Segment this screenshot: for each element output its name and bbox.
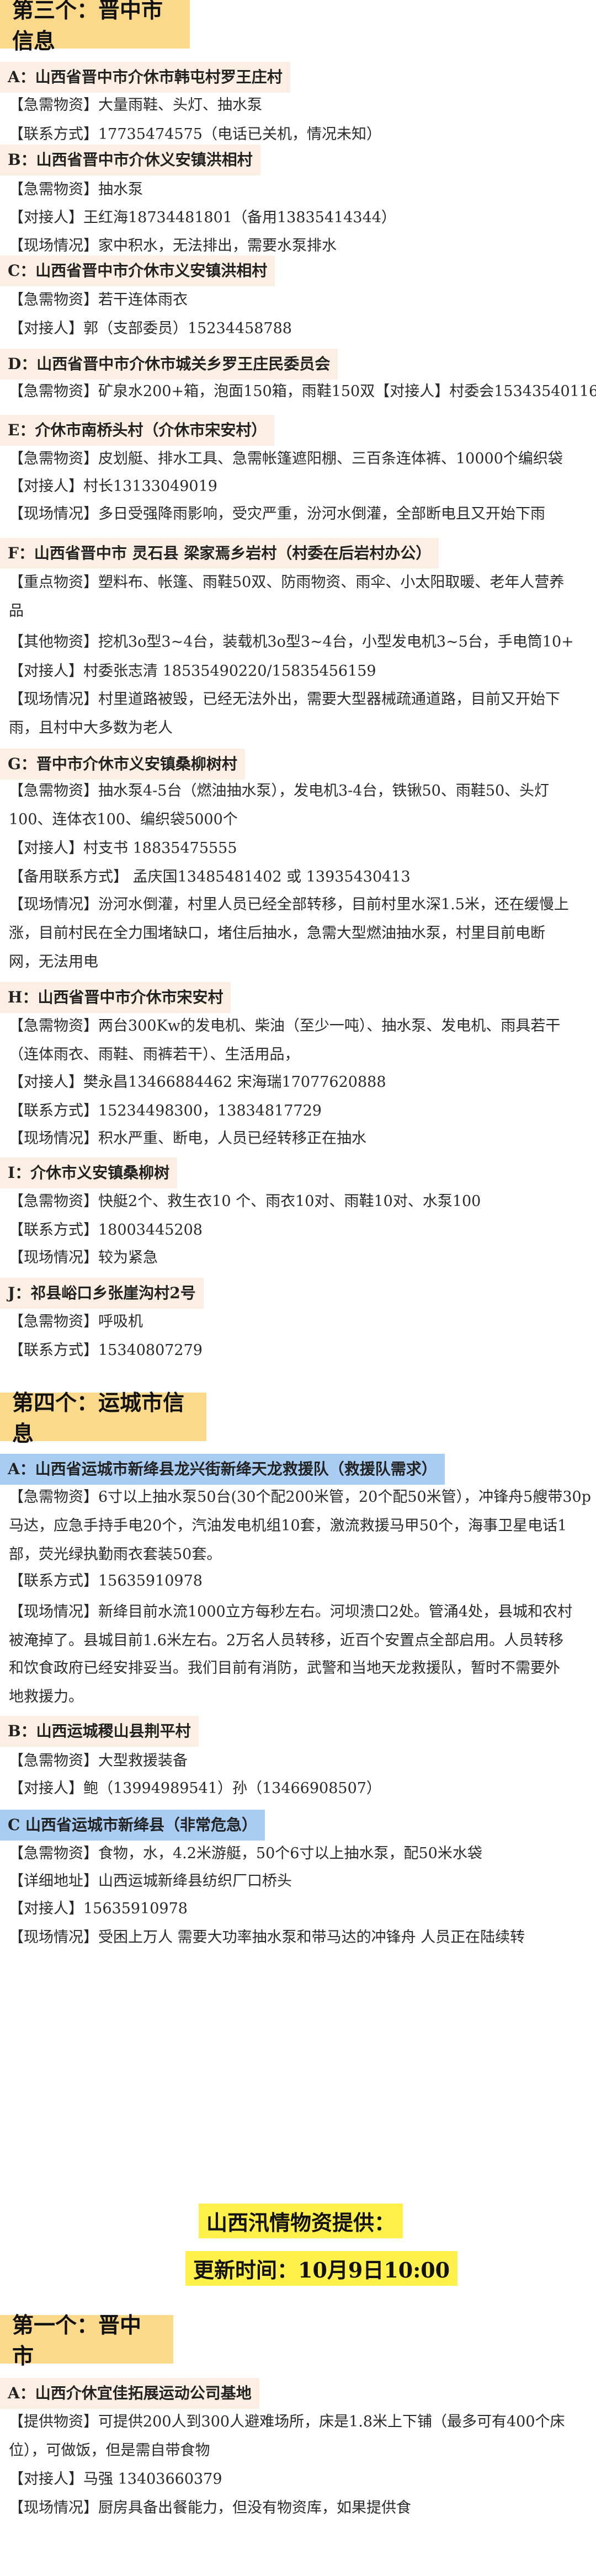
sec3-item-line: 100、连体衣100、编织袋5000个 [9, 811, 238, 828]
sec1-title: 第一个：晋中市 [0, 2313, 173, 2369]
sec3-item-line: 【急需物资】若干连体雨衣 [9, 291, 188, 308]
supply-title: 山西汛情物资提供： [199, 2204, 403, 2238]
sec3-item-line: 【重点物资】塑料布、帐篷、雨鞋50双、防雨物资、雨伞、小太阳取暖、老年人营养 [9, 574, 565, 591]
sec3-item-line: 【现场情况】较为紧急 [9, 1249, 158, 1266]
sec4-item-line: 【现场情况】受困上万人 需要大功率抽水泵和带马达的冲锋舟 人员正在陆续转 [9, 1929, 525, 1946]
sec3-item-line: 【急需物资】抽水泵 [9, 181, 143, 198]
sec3-item-line: 【急需物资】两台300Kw的发电机、柴油（至少一吨）、抽水泵、发电机、雨具若干 [9, 1017, 561, 1034]
sec3-title: 第三个：晋中市信息 [0, 0, 190, 54]
sec4-item-line: 地救援力。 [9, 1688, 83, 1705]
sec3-item-line: 涨，目前村民在全力围堵缺口，堵住后抽水，急需大型燃油抽水泵，村里目前电断 [9, 925, 545, 942]
sec4-item-heading: A：山西省运城市新绛县龙兴街新绛天龙救援队（救援队需求） [0, 1454, 445, 1485]
sec4-item-line: 【联系方式】15635910978 [9, 1572, 203, 1590]
sec3-item-line: 【对接人】村支书 18835475555 [9, 840, 237, 857]
sec3-item-heading: J：祁县峪口乡张崖沟村2号 [0, 1278, 204, 1309]
sec4-item-line: 【现场情况】新绛目前水流1000立方每秒左右。河坝溃口2处。管涌4处，县城和农村 [9, 1603, 573, 1620]
sec3-item-heading: E：介休市南桥头村（介休市宋安村） [0, 415, 275, 446]
sec4-item-line: 【详细地址】山西运城新绛县纺织厂口桥头 [9, 1873, 292, 1890]
sec4-item-line: 【对接人】鲍（13994989541）孙（13466908507） [9, 1780, 381, 1797]
sec3-item-heading: D：山西省晋中市介休市城关乡罗王庄民委员会 [0, 349, 338, 380]
sec4-item-line: 和饮食政府已经安排妥当。我们目前有消防，武警和当地天龙救援队，暂时不需要外 [9, 1660, 560, 1677]
sec3-item-line: 【其他物资】挖机3o型3~4台，装载机3o型3~4台，小型发电机3~5台，手电筒… [9, 633, 574, 650]
sec3-item-line: 【急需物资】皮划艇、排水工具、急需帐篷遮阳棚、三百条连体裤、10000个编织袋 [9, 450, 563, 467]
sec3-item-heading: C：山西省晋中市介休市义安镇洪相村 [0, 255, 275, 286]
sec3-item-line: （连体雨衣、雨鞋、雨裤若干）、生活用品， [9, 1046, 300, 1063]
sec4-title: 第四个：运城市信息 [0, 1390, 206, 1447]
sec1-item-line: 位），可做饭，但是需自带食物 [9, 2442, 210, 2459]
sec1-item-line: 【对接人】马强 13403660379 [9, 2471, 222, 2488]
sec3-item-line: 网，无法用电 [9, 953, 98, 970]
sec3-item-line: 【现场情况】多日受强降雨影响，受灾严重，汾河水倒灌，全部断电且又开始下雨 [9, 505, 545, 522]
sec3-item-line: 【对接人】村委张志清 18535490220/15835456159 [9, 663, 376, 680]
sec1-item-line: 【提供物资】可提供200人到300人避难场所，床是1.8米上下铺（最多可有400… [9, 2413, 565, 2430]
sec3-item-heading: H：山西省晋中市介休市宋安村 [0, 982, 231, 1013]
sec3-item-line: 【急需物资】快艇2个、救生衣10 个、雨衣10对、雨鞋10对、水泵100 [9, 1193, 481, 1210]
sec3-item-line: 雨，且村中大多数为老人 [9, 719, 173, 737]
sec3-item-line: 【对接人】村长13133049019 [9, 478, 217, 495]
sec3-item-line: 【现场情况】汾河水倒灌，村里人员已经全部转移，目前村里水深1.5米，还在缓慢上 [9, 896, 569, 913]
sec3-item-line: 【急需物资】抽水泵4-5台（燃油抽水泵），发电机3-4台，铁锹50、雨鞋50、头… [9, 782, 550, 799]
sec3-item-line: 【对接人】王红海18734481801（备用13835414344） [9, 209, 396, 226]
sec3-item-line: 【联系方式】18003445208 [9, 1222, 203, 1239]
sec3-item-heading: I：介休市义安镇桑柳树 [0, 1158, 178, 1188]
sec1-item-line: 【现场情况】厨房具备出餐能力，但没有物资库，如果提供食 [9, 2499, 411, 2516]
sec4-item-line: 【对接人】15635910978 [9, 1900, 188, 1917]
sec3-item-line: 【急需物资】大量雨鞋、头灯、抽水泵 [9, 97, 262, 114]
sec4-item-line: 【急需物资】食物，水，4.2米游艇，50个6寸以上抽水泵，配50米水袋 [9, 1845, 482, 1862]
sec1-item-heading: A：山西介休宜佳拓展运动公司基地 [0, 2378, 259, 2409]
sec3-item-line: 【急需物资】矿泉水200+箱，泡面150箱，雨鞋150双【对接人】村委会1534… [9, 383, 596, 400]
sec3-item-heading: G：晋中市介休市义安镇桑柳树村 [0, 749, 245, 780]
sec4-item-line: 【急需物资】大型救援装备 [9, 1752, 188, 1769]
sec3-item-line: 【现场情况】村里道路被毁，已经无法外出，需要大型器械疏通道路，目前又开始下 [9, 691, 560, 708]
sec4-item-line: 【急需物资】6寸以上抽水泵50台(30个配200米管，20个配50米管），冲锋舟… [9, 1489, 591, 1506]
sec3-item-line: 【现场情况】积水严重、断电，人员已经转移正在抽水 [9, 1130, 366, 1147]
sec3-item-line: 品 [9, 602, 24, 620]
sec4-item-line: 被淹掉了。县城目前1.6米左右。2万名人员转移，近百个安置点全部启用。人员转移 [9, 1632, 564, 1649]
sec4-item-line: 马达，应急手持手电20个，汽油发电机组10套，激流救援马甲50个，海事卫星电话1 [9, 1517, 567, 1534]
sec3-item-line: 【联系方式】17735474575（电话已关机，情况未知） [9, 126, 381, 143]
sec3-item-line: 【急需物资】呼吸机 [9, 1313, 143, 1330]
sec3-item-line: 【联系方式】15340807279 [9, 1342, 203, 1359]
sec3-item-line: 【对接人】郭（支部委员）15234458788 [9, 320, 292, 337]
sec4-item-line: 部，荧光绿执勤雨衣套装50套。 [9, 1546, 222, 1563]
sec4-item-heading: B：山西运城稷山县荆平村 [0, 1716, 199, 1747]
sec3-item-heading: B：山西省晋中市介休义安镇洪相村 [0, 145, 260, 175]
sec3-item-heading: A：山西省晋中市介休市韩屯村罗王庄村 [0, 62, 290, 93]
sec3-item-heading: F：山西省晋中市 灵石县 梁家焉乡岩村（村委在后岩村办公） [0, 538, 439, 569]
sec4-item-heading: C 山西省运城市新绛县（非常危急） [0, 1810, 265, 1841]
sec3-item-line: 【备用联系方式】 孟庆国13485481402 或 13935430413 [9, 868, 411, 886]
update-time: 更新时间：10月9日10:00 [185, 2251, 458, 2286]
sec3-item-line: 【对接人】樊永昌13466884462 宋海瑞17077620888 [9, 1074, 386, 1091]
sec3-item-line: 【联系方式】15234498300，13834817729 [9, 1102, 322, 1119]
